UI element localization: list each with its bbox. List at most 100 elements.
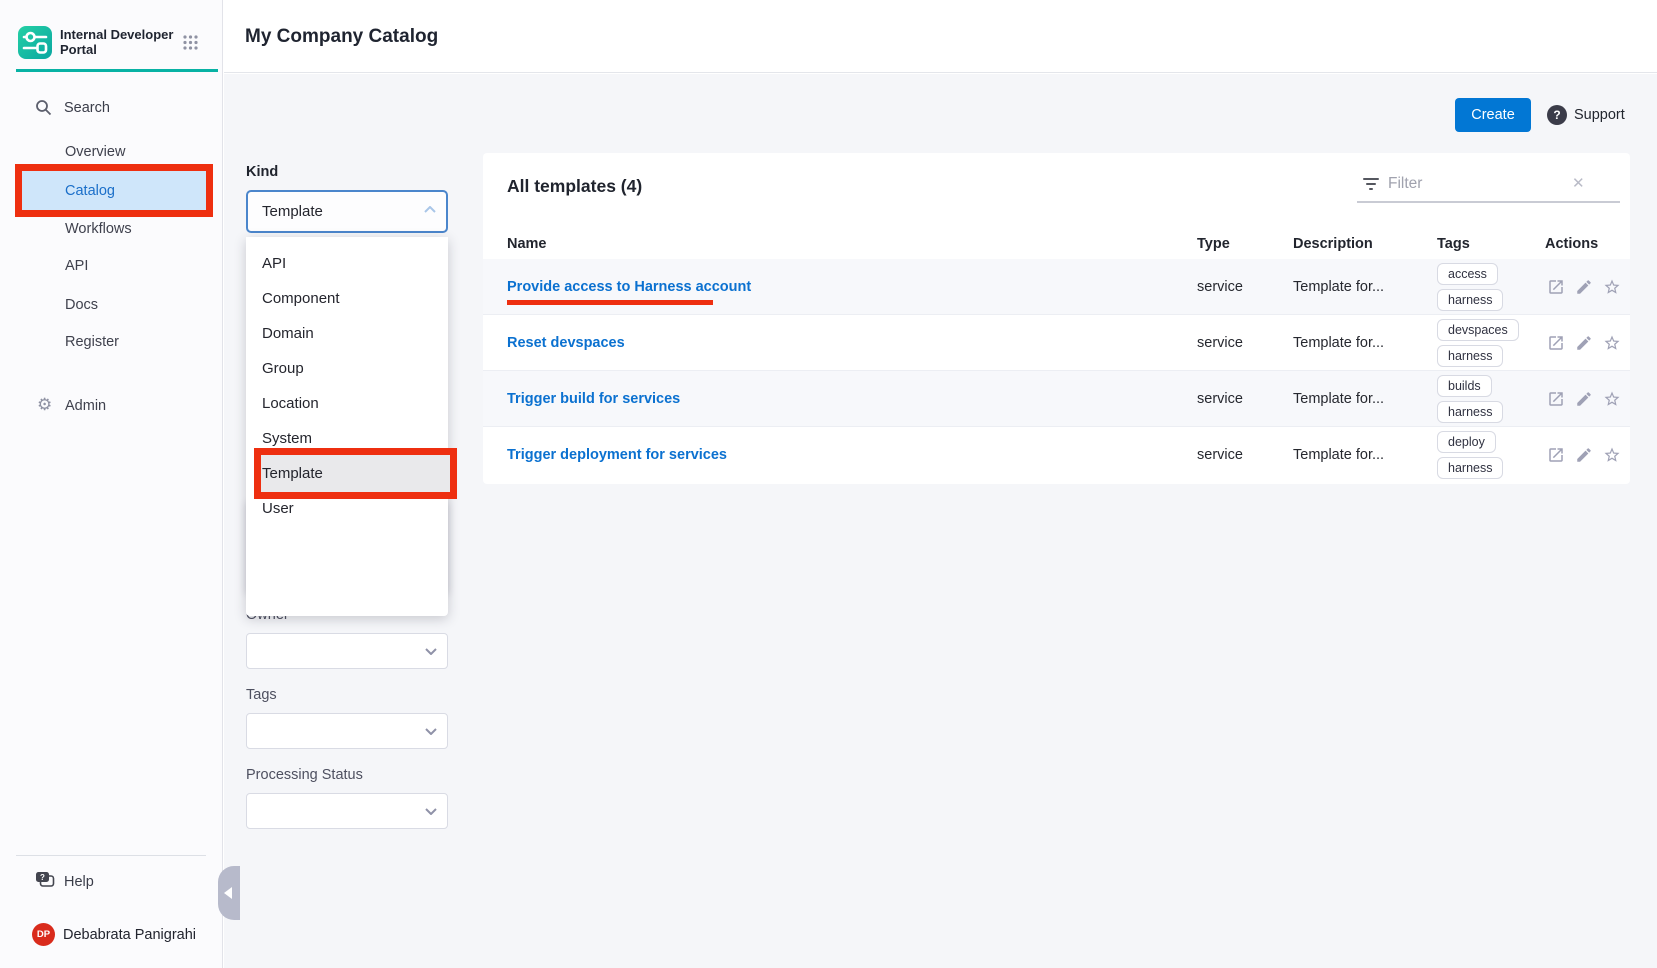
open-in-new-icon[interactable] [1547,446,1565,464]
search-icon [35,99,52,116]
template-link[interactable]: Trigger deployment for services [507,427,727,483]
annotation-box-catalog: Catalog [15,164,213,217]
edit-pencil-icon[interactable] [1575,446,1593,464]
harness-idp-logo-icon [18,26,52,59]
template-link[interactable]: Provide access to Harness account [507,259,751,315]
table-row: Trigger build for services service Templ… [483,371,1630,427]
edit-pencil-icon[interactable] [1575,390,1593,408]
search-label: Search [64,100,110,116]
content: Create ? Support Kind Template API Compo… [224,74,1657,968]
kind-dropdown-menu: API Component Domain Group Location Syst… [246,237,448,616]
sidebar-item-search[interactable]: Search [0,96,223,122]
help-label: Help [64,874,94,890]
support-link[interactable]: Support [1574,98,1625,132]
tag-chip[interactable]: access [1437,263,1498,285]
actions-cell [1547,427,1621,483]
apps-grid-icon[interactable] [183,35,198,50]
owner-select[interactable] [246,633,448,669]
column-header-tags: Tags [1437,236,1470,252]
template-link[interactable]: Trigger build for services [507,371,680,427]
open-in-new-icon[interactable] [1547,278,1565,296]
tag-chip[interactable]: harness [1437,457,1503,479]
annotation-underline-name [507,300,713,305]
user-menu[interactable]: DP Debabrata Panigrahi [0,920,223,950]
sidebar-item-help[interactable]: ? Help [0,869,223,895]
type-cell: service [1197,427,1243,483]
column-header-description: Description [1293,236,1373,252]
sidebar-item-workflows[interactable]: Workflows [65,221,132,237]
open-in-new-icon[interactable] [1547,390,1565,408]
tag-chip[interactable]: harness [1437,345,1503,367]
actions-cell [1547,315,1621,371]
tag-chip[interactable]: devspaces [1437,319,1519,341]
actions-cell [1547,371,1621,427]
tag-chip[interactable]: harness [1437,401,1503,423]
help-chat-icon: ? [35,871,55,890]
kind-option-component[interactable]: Component [246,281,448,316]
kind-select-value: Template [262,192,323,231]
star-favorite-icon[interactable] [1603,278,1621,296]
chevron-down-icon [425,728,437,735]
tag-chip[interactable]: harness [1437,289,1503,311]
sidebar-item-register[interactable]: Register [65,334,119,350]
kind-filter-label: Kind [246,164,278,180]
question-circle-icon[interactable]: ? [1547,105,1567,125]
clear-filter-icon[interactable]: ✕ [1572,174,1585,192]
kind-select[interactable]: Template [246,190,448,233]
sidebar: Internal Developer Portal Search Overvie… [0,0,223,968]
tags-select[interactable] [246,713,448,749]
template-link[interactable]: Reset devspaces [507,315,625,371]
kind-option-api[interactable]: API [246,246,448,281]
sidebar-item-docs[interactable]: Docs [65,297,98,313]
create-button[interactable]: Create [1455,98,1531,132]
column-header-name: Name [507,236,547,252]
table-title: All templates (4) [507,176,642,197]
column-header-actions: Actions [1545,236,1598,252]
sidebar-item-api[interactable]: API [65,258,88,274]
kind-option-group[interactable]: Group [246,351,448,386]
type-cell: service [1197,259,1243,315]
user-name: Debabrata Panigrahi [63,927,196,943]
sidebar-item-overview[interactable]: Overview [65,144,125,160]
sidebar-collapse-handle[interactable] [218,866,240,920]
column-header-type: Type [1197,236,1230,252]
tag-chip[interactable]: builds [1437,375,1492,397]
svg-text:?: ? [40,873,45,882]
type-cell: service [1197,371,1243,427]
tag-chip[interactable]: deploy [1437,431,1496,453]
chevron-left-icon [224,887,232,899]
logo-title: Internal Developer Portal [60,27,178,57]
processing-status-select[interactable] [246,793,448,829]
kind-option-domain[interactable]: Domain [246,316,448,351]
sidebar-item-catalog[interactable]: Catalog [22,171,206,210]
tags-cell: devspaces harness [1437,315,1519,371]
table-row: Reset devspaces service Template for... … [483,315,1630,371]
star-favorite-icon[interactable] [1603,334,1621,352]
templates-table-card: All templates (4) ✕ Name Type Descriptio… [483,153,1630,484]
type-cell: service [1197,315,1243,371]
description-cell: Template for... [1293,259,1384,315]
tags-cell: access harness [1437,259,1503,315]
star-favorite-icon[interactable] [1603,390,1621,408]
chevron-down-icon [425,808,437,815]
edit-pencil-icon[interactable] [1575,278,1593,296]
processing-status-filter-label: Processing Status [246,767,363,783]
actions-cell [1547,259,1621,315]
avatar: DP [32,923,55,946]
topbar: My Company Catalog [224,0,1657,73]
gear-icon: ⚙ [37,395,52,415]
sidebar-item-admin[interactable]: ⚙ Admin [0,394,223,420]
logo-underline [16,69,218,72]
tags-cell: deploy harness [1437,427,1503,483]
catalog-label: Catalog [65,183,115,199]
kind-option-template[interactable]: Template [246,456,448,491]
page-title: My Company Catalog [245,0,438,73]
description-cell: Template for... [1293,427,1384,483]
kind-option-location[interactable]: Location [246,386,448,421]
tags-filter-label: Tags [246,687,277,703]
open-in-new-icon[interactable] [1547,334,1565,352]
edit-pencil-icon[interactable] [1575,334,1593,352]
star-favorite-icon[interactable] [1603,446,1621,464]
table-row: Trigger deployment for services service … [483,427,1630,483]
tags-cell: builds harness [1437,371,1503,427]
